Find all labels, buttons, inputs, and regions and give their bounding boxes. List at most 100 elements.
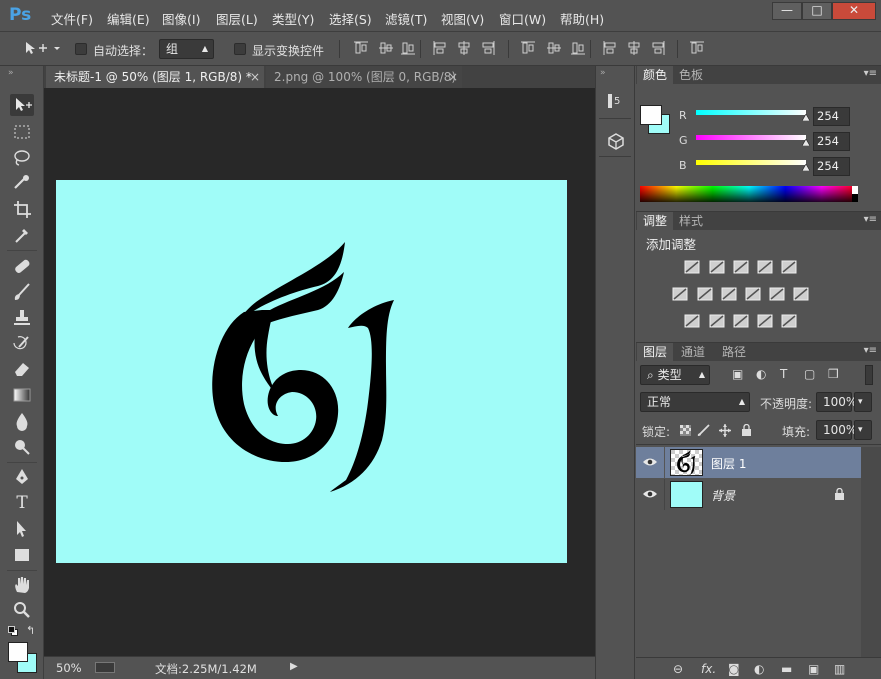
invert-icon[interactable] [684, 314, 700, 328]
photo-filter-icon[interactable] [745, 287, 761, 301]
zoom-level[interactable]: 50% [56, 661, 82, 675]
menu-view[interactable]: 视图(V) [441, 9, 484, 28]
filter-adjustment-icon[interactable]: ◐ [756, 367, 766, 381]
curves-icon[interactable] [733, 260, 749, 274]
lasso-tool-icon[interactable] [10, 147, 34, 169]
filter-type-icon[interactable]: T [780, 367, 787, 381]
layer-name[interactable]: 图层 1 [711, 455, 746, 472]
status-preview-icon[interactable] [95, 662, 115, 673]
tab-channels[interactable]: 通道 [675, 343, 711, 361]
channel-r-slider[interactable] [696, 110, 806, 115]
channel-g-value[interactable]: 254 [813, 132, 850, 151]
new-group-icon[interactable]: ▬ [781, 662, 792, 676]
document-canvas[interactable] [56, 180, 567, 563]
auto-select-checkbox[interactable] [75, 43, 87, 55]
visibility-eye-icon[interactable] [643, 488, 657, 500]
new-adjustment-layer-icon[interactable]: ◐ [754, 662, 764, 676]
align-right-edges-icon[interactable] [480, 40, 496, 56]
posterize-icon[interactable] [709, 314, 725, 328]
gradient-tool-icon[interactable] [10, 384, 34, 406]
opacity-dropdown-icon[interactable]: ▾ [854, 392, 872, 412]
gradient-map-icon[interactable] [781, 314, 797, 328]
selective-color-icon[interactable] [757, 314, 773, 328]
channel-b-slider[interactable] [696, 160, 806, 165]
tab-untitled-1[interactable]: 未标题-1 @ 50% (图层 1, RGB/8) * × [46, 66, 264, 88]
panel-menu-icon[interactable]: ▾≡ [864, 68, 877, 79]
auto-select-dropdown[interactable]: 组 ▲ [159, 39, 214, 59]
layer-thumbnail[interactable] [670, 481, 703, 508]
layer-style-icon[interactable]: fx. [701, 662, 716, 676]
default-colors-icon[interactable] [8, 626, 18, 636]
tab-color[interactable]: 颜色 [637, 66, 674, 84]
3d-panel-icon[interactable] [607, 132, 625, 150]
tab-swatches[interactable]: 色板 [673, 66, 709, 84]
move-tool-preset-icon[interactable] [24, 41, 60, 55]
vibrance-icon[interactable] [781, 260, 797, 274]
brush-tool-icon[interactable] [10, 281, 34, 303]
channel-g-thumb-icon[interactable] [802, 139, 810, 146]
layer-thumbnail[interactable] [670, 449, 703, 476]
pen-tool-icon[interactable] [10, 466, 34, 488]
align-left-edges-icon[interactable] [432, 40, 448, 56]
menu-filter[interactable]: 滤镜(T) [385, 9, 427, 28]
channel-r-value[interactable]: 254 [813, 107, 850, 126]
layer-row-layer-1[interactable]: 图层 1 [636, 447, 861, 478]
hand-tool-icon[interactable] [10, 574, 34, 596]
tab-adjustments[interactable]: 调整 [637, 212, 674, 230]
align-bottom-edges-icon[interactable] [400, 40, 416, 56]
panel-menu-icon[interactable]: ▾≡ [864, 345, 877, 356]
brightness-contrast-icon[interactable] [684, 260, 700, 274]
menu-select[interactable]: 选择(S) [329, 9, 372, 28]
layer-filter-dropdown[interactable]: ⌕ 类型 ▲ [640, 365, 710, 385]
add-mask-icon[interactable]: ◙ [728, 662, 740, 676]
close-button[interactable]: ✕ [832, 2, 876, 20]
filter-smart-object-icon[interactable]: ❒ [828, 367, 839, 381]
distribute-left-icon[interactable] [602, 40, 618, 56]
distribute-top-icon[interactable] [520, 40, 536, 56]
foreground-color-swatch[interactable] [640, 105, 662, 125]
channel-r-thumb-icon[interactable] [802, 114, 810, 121]
swap-colors-icon[interactable]: ↰ [26, 624, 35, 637]
layers-scrollbar[interactable] [861, 447, 881, 657]
channel-b-value[interactable]: 254 [813, 157, 850, 176]
type-tool-icon[interactable]: T [10, 492, 34, 514]
distribute-bottom-icon[interactable] [570, 40, 586, 56]
collapse-toolbar-icon[interactable]: » [8, 68, 14, 78]
tab-layers[interactable]: 图层 [637, 343, 674, 361]
color-balance-icon[interactable] [697, 287, 713, 301]
tab-paths[interactable]: 路径 [716, 343, 752, 361]
color-spectrum[interactable] [640, 186, 858, 202]
fill-input[interactable]: 100% [816, 420, 857, 440]
collapse-dock-icon[interactable]: » [600, 68, 606, 78]
align-top-edges-icon[interactable] [353, 40, 369, 56]
color-lookup-icon[interactable] [793, 287, 809, 301]
channel-g-slider[interactable] [696, 135, 806, 140]
marquee-tool-icon[interactable] [10, 121, 34, 143]
layer-row-background[interactable]: 背景 [636, 479, 861, 510]
menu-image[interactable]: 图像(I) [162, 9, 200, 28]
close-tab-icon[interactable]: × [250, 66, 260, 88]
filter-toggle[interactable] [865, 365, 873, 385]
filter-pixel-icon[interactable]: ▣ [732, 367, 743, 381]
menu-help[interactable]: 帮助(H) [560, 9, 604, 28]
eyedropper-tool-icon[interactable] [10, 224, 34, 246]
history-brush-tool-icon[interactable] [10, 333, 34, 355]
delete-layer-icon[interactable]: ▥ [834, 662, 845, 676]
close-tab-icon[interactable]: × [448, 66, 458, 88]
opacity-input[interactable]: 100% [816, 392, 857, 412]
healing-brush-tool-icon[interactable] [10, 255, 34, 277]
eraser-tool-icon[interactable] [10, 358, 34, 380]
link-layers-icon[interactable]: ⊖ [673, 662, 683, 676]
menu-type[interactable]: 类型(Y) [272, 9, 314, 28]
align-horizontal-centers-icon[interactable] [456, 40, 472, 56]
distribute-horizontal-centers-icon[interactable] [626, 40, 642, 56]
move-tool-icon[interactable] [10, 94, 34, 116]
filter-shape-icon[interactable]: ▢ [804, 367, 815, 381]
clone-stamp-tool-icon[interactable] [10, 307, 34, 329]
layer-name[interactable]: 背景 [711, 487, 735, 504]
rectangle-tool-icon[interactable] [10, 544, 34, 566]
foreground-color-swatch[interactable] [8, 642, 28, 662]
visibility-eye-icon[interactable] [643, 456, 657, 468]
exposure-icon[interactable] [757, 260, 773, 274]
menu-file[interactable]: 文件(F) [51, 9, 93, 28]
